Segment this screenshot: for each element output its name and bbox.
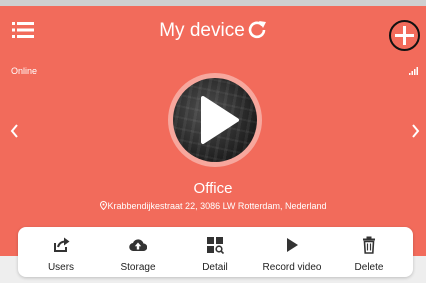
add-device-button[interactable] [389, 20, 420, 51]
play-icon[interactable] [197, 94, 241, 146]
page-title: My device [159, 20, 245, 41]
cloud-upload-icon [129, 239, 147, 252]
delete-label: Delete [354, 262, 384, 273]
storage-button[interactable]: Storage [103, 227, 173, 277]
connection-status: Online [11, 66, 38, 76]
plus-icon [395, 26, 414, 45]
camera-preview[interactable] [168, 73, 262, 167]
device-name: Office [193, 180, 233, 197]
device-action-toolbar: Users Storage Detail Record video Delete [18, 227, 413, 277]
device-address: Krabbendijkestraat 22, 3086 LW Rotterdam… [0, 201, 426, 212]
detail-button[interactable]: Detail [180, 227, 250, 277]
delete-button[interactable]: Delete [334, 227, 404, 277]
device-address-text: Krabbendijkestraat 22, 3086 LW Rotterdam… [107, 201, 327, 211]
refresh-icon[interactable] [247, 19, 267, 39]
camera-thumbnail [173, 78, 257, 162]
previous-device-arrow-icon[interactable] [10, 122, 20, 140]
users-button[interactable]: Users [26, 227, 96, 277]
record-video-button[interactable]: Record video [257, 227, 327, 277]
device-header-panel: My device Online Office Krabbendijkestra… [0, 6, 426, 256]
share-icon [54, 237, 70, 252]
detail-grid-icon [207, 237, 224, 254]
page-title-group: My device [0, 19, 426, 42]
play-icon [287, 238, 298, 252]
signal-strength-icon [409, 67, 418, 75]
location-pin-icon [99, 201, 107, 210]
trash-icon [363, 236, 375, 254]
next-device-arrow-icon[interactable] [410, 122, 420, 140]
